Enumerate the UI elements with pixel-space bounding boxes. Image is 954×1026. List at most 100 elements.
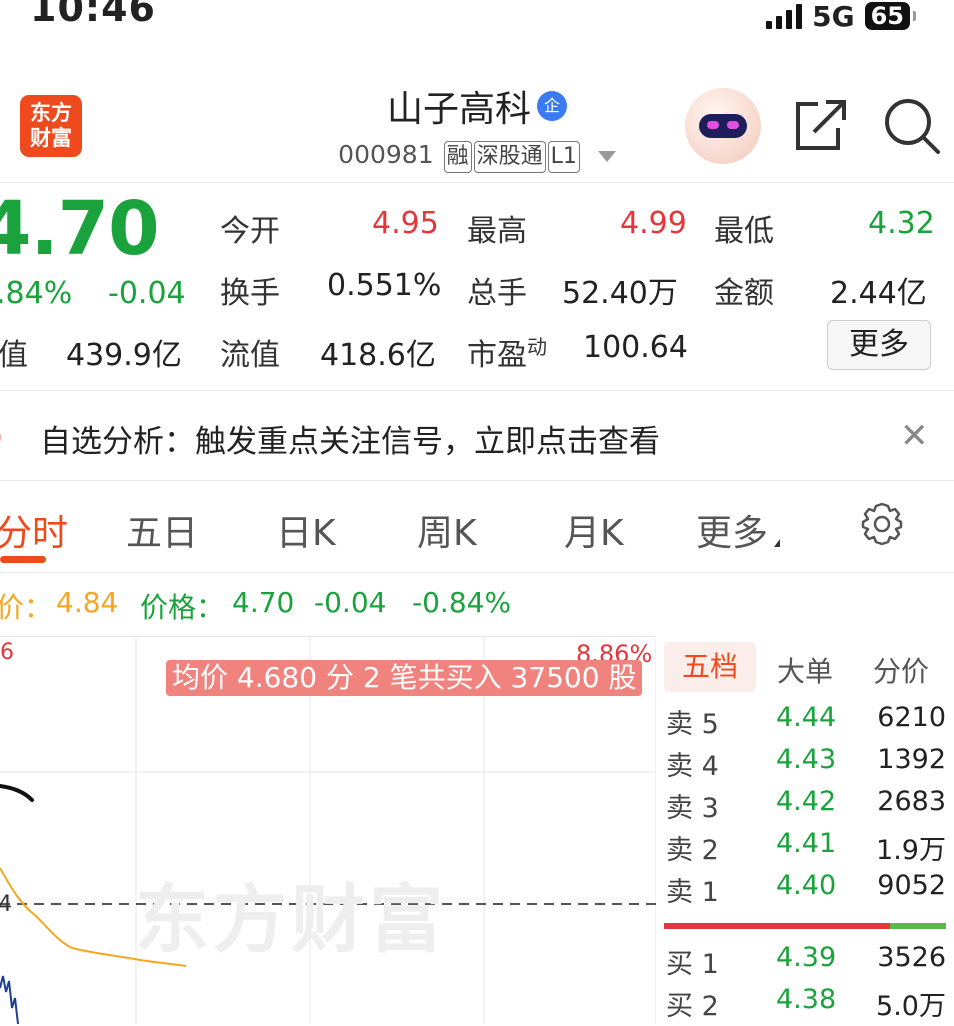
open-label: 今开 [220,214,280,249]
pe-dynamic-mark: 动 [527,335,547,359]
change-percent: .84% [0,276,73,311]
bid-volume: 3526 [877,942,946,973]
divider [0,182,954,183]
amount-label: 金额 [714,276,774,311]
volume-value: 52.40万 [562,276,678,311]
tag-margin: 融 [443,141,472,173]
tab-monthly-k[interactable]: 月K [564,504,624,556]
stock-code: 000981 [338,140,434,169]
tab-price-distribution[interactable]: 分价 [873,650,929,690]
volume-label: 总手 [467,276,527,311]
turnover-label: 换手 [220,276,280,311]
sound-wave-icon: ) [0,420,3,453]
avg-price-label: 价： [0,591,53,624]
bid-label: 买 1 [666,949,719,980]
assistant-avatar[interactable] [685,88,761,164]
signal-icon [766,3,803,29]
close-icon[interactable]: ✕ [900,416,929,456]
current-price: 4.70 [0,186,160,272]
search-icon[interactable] [882,96,942,156]
bid-ask-ratio-green [890,923,946,929]
ask-row: 卖 5 4.44 6210 [666,702,948,744]
amount-value: 2.44亿 [830,276,927,311]
price-change: -0.04 [314,586,387,619]
enterprise-badge: 企 [537,91,567,121]
ask-volume: 6210 [877,702,946,733]
ask-volume: 1.9万 [876,835,946,866]
tab-weekly-k[interactable]: 周K [417,504,477,556]
tag-level: L1 [547,141,580,173]
price-value: 4.70 [232,586,295,619]
bid-price: 4.38 [776,984,837,1015]
ask-volume: 2683 [877,786,946,817]
tab-big-orders[interactable]: 大单 [777,650,833,690]
bid-ask-ratio-red [664,923,890,929]
high-label: 最高 [467,214,527,249]
ask-price: 4.43 [776,744,837,775]
bid-volume: 5.0万 [876,991,946,1022]
ask-price: 4.40 [776,870,837,901]
chevron-down-icon[interactable] [597,150,616,162]
price-change-pct: -0.84% [412,586,512,619]
active-tab-indicator [0,556,46,563]
chart-mid-left-label: 4 [0,892,12,917]
low-value: 4.32 [868,206,935,241]
market-cap-value: 439.9亿 [66,338,182,373]
open-value: 4.95 [372,206,439,241]
price-label: 价格： [140,591,225,624]
ask-price: 4.42 [776,786,837,817]
ask-row: 卖 2 4.41 1.9万 [666,828,948,870]
divider [0,480,954,481]
ask-label: 卖 5 [666,709,719,740]
chart-top-left-label: 6 [0,640,14,665]
tab-intraday[interactable]: 分时 [0,504,68,556]
avg-price-value: 4.84 [56,586,119,619]
tag-connect: 深股通 [473,141,546,173]
bid-label: 买 2 [666,991,719,1022]
pe-label-text: 市盈 [467,338,527,373]
bid-price: 4.39 [776,942,837,973]
market-cap-label: 值 [0,338,28,373]
float-cap-label: 流值 [220,338,280,373]
low-label: 最低 [714,214,774,249]
change-amount: -0.04 [108,276,186,311]
status-time: 10:46 [30,0,156,30]
ask-label: 卖 3 [666,793,719,824]
caret-icon [774,539,781,547]
tab-daily-k[interactable]: 日K [276,504,336,556]
turnover-value: 0.551% [327,268,442,303]
divider [0,390,954,391]
divider [0,572,954,573]
ask-volume: 1392 [877,744,946,775]
more-quote-button[interactable]: 更多 [827,320,931,370]
analysis-notice[interactable]: 自选分析：触发重点关注信号，立即点击查看 [40,416,660,461]
pe-label: 市盈动 [467,330,547,374]
ask-volume: 9052 [877,870,946,901]
pe-value: 100.64 [583,330,688,365]
tab-five-day[interactable]: 五日 [126,504,198,556]
high-value: 4.99 [620,206,687,241]
ask-label: 卖 2 [666,835,719,866]
tab-order-book-5[interactable]: 五档 [664,642,756,692]
ask-row: 卖 3 4.42 2683 [666,786,948,828]
cursor-arc [0,784,34,802]
tab-more[interactable]: 更多 [696,504,781,556]
gear-icon[interactable] [858,500,906,548]
price-series-line [0,975,19,1024]
robot-face-icon [699,114,747,138]
bid-row: 买 1 4.39 3526 [666,942,948,984]
ask-label: 卖 1 [666,877,719,908]
bid-row: 买 2 4.38 5.0万 [666,984,948,1026]
ask-label: 卖 4 [666,751,719,782]
tab-more-label: 更多 [696,513,769,554]
trade-tooltip: 均价 4.680 分 2 笔共买入 37500 股 [166,660,643,696]
float-cap-value: 418.6亿 [320,338,436,373]
ask-price: 4.41 [776,828,837,859]
status-indicators: 5G 65 [766,0,917,36]
ask-price: 4.44 [776,702,837,733]
network-type: 5G [812,0,855,33]
stock-name: 山子高科 [386,89,531,130]
watermark: 东方财富 [135,877,447,963]
share-icon[interactable] [792,96,852,156]
ask-row: 卖 1 4.40 9052 [666,870,948,912]
